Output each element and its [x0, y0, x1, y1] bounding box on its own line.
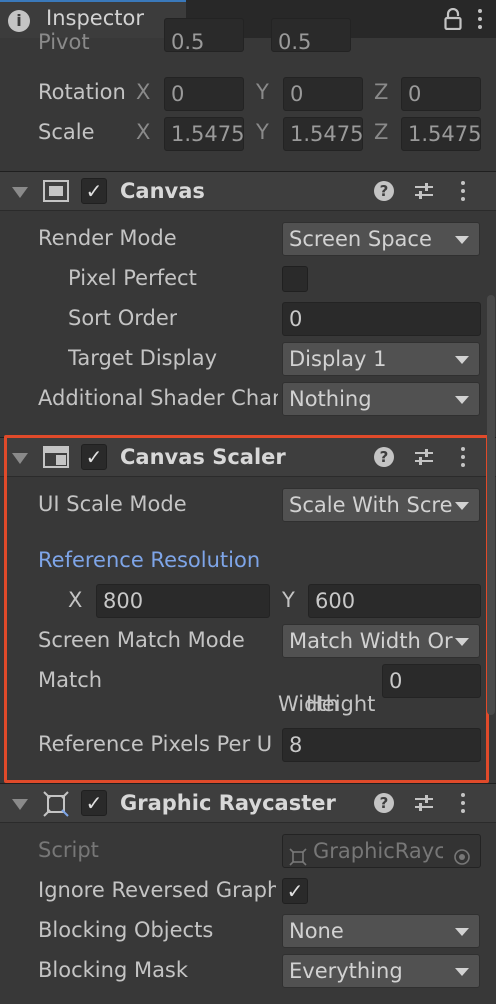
more-options-icon[interactable]	[478, 9, 482, 33]
presets-icon[interactable]	[413, 180, 435, 202]
shader-channels-value: Nothing	[289, 387, 372, 411]
blocking-objects-dropdown[interactable]: None	[282, 914, 480, 948]
sort-order-label: Sort Order	[68, 306, 178, 330]
chevron-down-icon	[455, 236, 469, 244]
render-mode-dropdown[interactable]: Screen Space	[282, 222, 480, 256]
rotation-z-field[interactable]: 0	[401, 77, 481, 111]
pivot-x-field[interactable]: 0.5	[164, 18, 244, 52]
object-picker-icon[interactable]	[453, 843, 471, 865]
canvas-enabled-checkbox[interactable]: ✓	[81, 178, 107, 204]
tab-title: Inspector	[46, 6, 144, 30]
shader-channels-dropdown[interactable]: Nothing	[282, 382, 480, 416]
blocking-mask-dropdown[interactable]: Everything	[282, 954, 480, 988]
script-field[interactable]: GraphicRaycaster	[282, 834, 481, 868]
scale-label: Scale	[38, 120, 95, 144]
script-icon	[289, 843, 307, 866]
chevron-down-icon	[455, 968, 469, 976]
rotation-y-axis: Y	[256, 80, 269, 104]
graphic-raycaster-enabled-checkbox[interactable]: ✓	[81, 790, 107, 816]
foldout-arrow-icon[interactable]	[12, 799, 28, 810]
pivot-y-field[interactable]: 0.5	[271, 18, 351, 52]
script-label: Script	[38, 838, 99, 862]
rotation-y-field[interactable]: 0	[283, 77, 363, 111]
render-mode-label: Render Mode	[38, 226, 177, 250]
rotation-x-axis: X	[136, 80, 151, 104]
rotation-x-field[interactable]: 0	[164, 77, 244, 111]
chevron-down-icon	[455, 356, 469, 364]
render-mode-value: Screen Space	[289, 227, 432, 251]
canvas-title: Canvas	[120, 179, 205, 203]
scale-x-field[interactable]: 1.5475	[164, 117, 244, 151]
pivot-label: Pivot	[38, 30, 90, 50]
scale-y-field[interactable]: 1.5475	[283, 117, 363, 151]
scrollbar-thumb[interactable]	[487, 295, 495, 715]
target-display-label: Target Display	[68, 346, 218, 370]
ignore-reversed-graphics-label: Ignore Reversed Graphics	[38, 878, 276, 902]
ignore-reversed-graphics-checkbox[interactable]: ✓	[282, 878, 308, 904]
graphic-raycaster-title: Graphic Raycaster	[120, 791, 336, 815]
presets-icon[interactable]	[413, 792, 435, 814]
scale-x-axis: X	[136, 120, 151, 144]
sort-order-field[interactable]: 0	[282, 302, 481, 336]
blocking-objects-label: Blocking Objects	[38, 918, 214, 942]
target-display-value: Display 1	[289, 347, 387, 371]
graphic-raycaster-component-header[interactable]: ✓ Graphic Raycaster ?	[0, 783, 496, 823]
script-value: GraphicRaycaster	[313, 839, 443, 863]
lock-icon[interactable]	[444, 7, 462, 31]
pixel-perfect-checkbox[interactable]	[282, 266, 308, 292]
shader-channels-label: Additional Shader Channels	[38, 386, 278, 410]
scale-z-field[interactable]: 1.5475	[401, 117, 481, 151]
foldout-arrow-icon[interactable]	[12, 187, 28, 198]
info-icon: i	[8, 10, 30, 32]
scale-z-axis: Z	[374, 120, 389, 144]
help-icon[interactable]: ?	[374, 793, 394, 813]
chevron-down-icon	[455, 928, 469, 936]
target-display-dropdown[interactable]: Display 1	[282, 342, 480, 376]
pixel-perfect-label: Pixel Perfect	[68, 266, 197, 290]
canvas-scaler-highlight	[4, 435, 489, 783]
blocking-mask-label: Blocking Mask	[38, 958, 189, 982]
help-icon[interactable]: ?	[374, 181, 394, 201]
rotation-label: Rotation	[38, 80, 126, 104]
canvas-icon	[42, 179, 70, 203]
blocking-objects-value: None	[289, 919, 344, 943]
component-menu-icon[interactable]	[461, 181, 465, 205]
chevron-down-icon	[455, 396, 469, 404]
component-menu-icon[interactable]	[461, 793, 465, 817]
canvas-component-header[interactable]: ✓ Canvas ?	[0, 171, 496, 211]
graphic-raycaster-icon	[42, 790, 70, 818]
tab-inspector[interactable]: i Inspector	[0, 0, 186, 38]
rotation-z-axis: Z	[374, 80, 389, 104]
scale-y-axis: Y	[256, 120, 269, 144]
blocking-mask-value: Everything	[289, 959, 403, 983]
